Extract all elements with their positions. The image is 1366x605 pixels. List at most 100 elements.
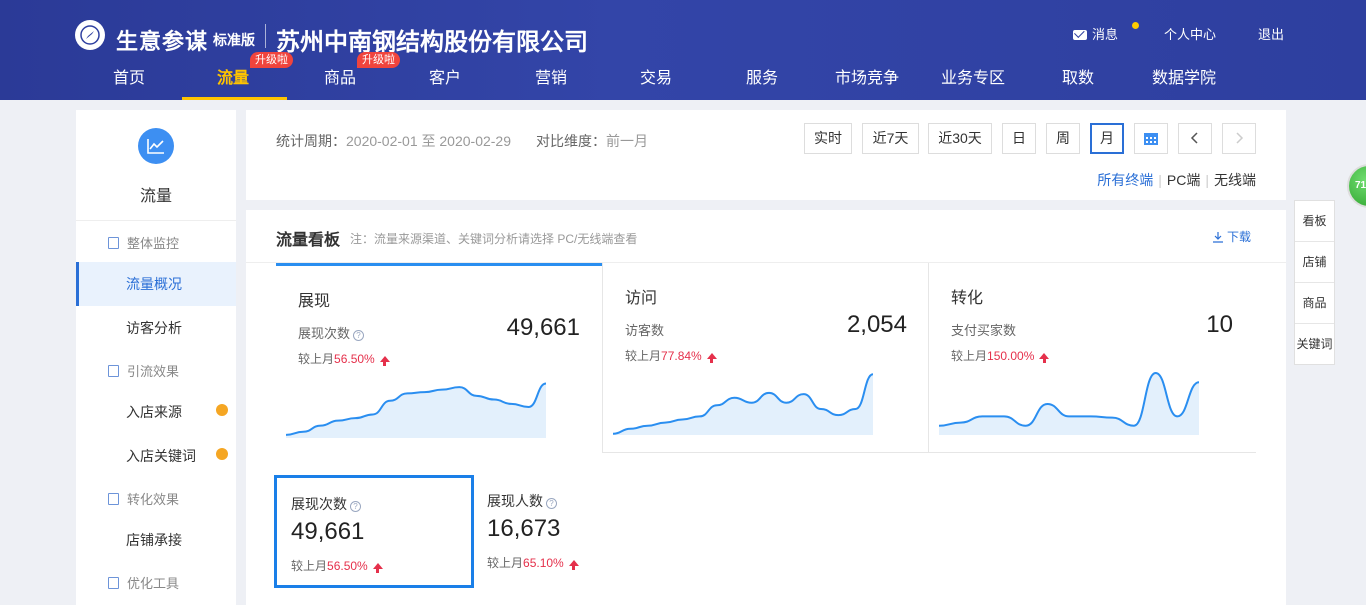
arrow-up-icon [379, 356, 390, 366]
prev-period-button[interactable] [1178, 123, 1212, 154]
nav-customer[interactable]: 客户 [429, 64, 461, 88]
terminal-wireless[interactable]: 无线端 [1214, 172, 1256, 188]
calendar-button[interactable] [1134, 123, 1168, 154]
board-note: 注：流量来源渠道、关键词分析请选择 PC/无线端查看 [350, 232, 638, 246]
line-chart-icon [138, 128, 174, 164]
sidebar-title: 流量 [139, 188, 172, 205]
document-icon [108, 365, 119, 377]
top-header: 生意参谋 标准版 苏州中南钢结构股份有限公司 消息 个人中心 退出 首页 流量 … [0, 0, 1366, 100]
help-icon[interactable]: ? [350, 501, 361, 512]
nav-fetch[interactable]: 取数 [1062, 64, 1094, 88]
compass-logo-icon[interactable] [75, 20, 105, 50]
metric-card-conversion[interactable]: 转化 支付买家数 10 较上月150.00% [929, 263, 1255, 453]
metric-title: 访问 [625, 290, 658, 307]
sidebar-item-store-keywords[interactable]: 入店关键词 [76, 434, 236, 478]
trend-area [286, 383, 546, 438]
next-period-button[interactable] [1222, 123, 1256, 154]
sidebar-item-store-source[interactable]: 入店来源 [76, 390, 236, 434]
metric-title: 转化 [951, 290, 984, 307]
document-icon [108, 237, 119, 249]
nav-academy[interactable]: 数据学院 [1152, 64, 1216, 88]
traffic-board: 流量看板 注：流量来源渠道、关键词分析请选择 PC/无线端查看 下载 展现 展现… [246, 210, 1286, 605]
document-icon [108, 577, 119, 589]
period-realtime-button[interactable]: 实时 [804, 123, 852, 154]
metric-subtitle: 支付买家数 [951, 323, 1017, 338]
metric-change: 较上月150.00% [951, 347, 1050, 364]
metric-card-visit[interactable]: 访问 访客数 2,054 较上月77.84% [603, 263, 929, 453]
period-7d-button[interactable]: 近7天 [862, 123, 919, 154]
new-dot [216, 404, 228, 416]
messages-link[interactable]: 消息 [1073, 24, 1118, 43]
sidebar-item-store-landing[interactable]: 店铺承接 [76, 518, 236, 562]
sidebar-item-overview[interactable]: 流量概况 [76, 262, 236, 306]
nav-trade[interactable]: 交易 [640, 64, 672, 88]
sidebar-group-conversion-effect: 转化效果 [108, 489, 179, 508]
metric-subtitle: 展现次数? [298, 323, 365, 342]
terminal-switch: 所有终端 | PC端 | 无线端 [1097, 172, 1256, 188]
sub-metric-change: 较上月65.10% [487, 554, 579, 571]
download-icon [1212, 232, 1223, 243]
tab-product[interactable]: 商品 [1295, 283, 1334, 324]
trend-area [939, 373, 1199, 435]
period-week-button[interactable]: 周 [1046, 123, 1080, 154]
tab-board[interactable]: 看板 [1295, 201, 1334, 242]
metric-value: 2,054 [846, 311, 907, 338]
sub-metric-impression-count[interactable]: 展现次数? 49,661 较上月56.50% [274, 475, 474, 588]
metric-value: 10 [1206, 311, 1233, 338]
period-panel: 统计周期：2020-02-01 至 2020-02-29 对比维度：前一月 实时… [246, 110, 1286, 200]
arrow-up-icon [1039, 353, 1050, 363]
period-month-button[interactable]: 月 [1090, 123, 1124, 154]
sub-metric-impression-users[interactable]: 展现人数? 16,673 较上月65.10% [473, 475, 673, 588]
nav-marketing[interactable]: 营销 [535, 64, 567, 88]
chevron-right-icon [1236, 132, 1244, 144]
metric-change: 较上月77.84% [625, 347, 717, 364]
sidebar-group-traffic-effect: 引流效果 [108, 361, 179, 380]
help-icon[interactable]: ? [546, 498, 557, 509]
metric-change: 较上月56.50% [298, 350, 390, 367]
sub-metric-value: 16,673 [487, 515, 561, 542]
nav-market[interactable]: 市场竞争 [835, 64, 899, 88]
brand-divider [265, 24, 266, 48]
help-icon[interactable]: ? [353, 330, 365, 341]
metric-card-impression[interactable]: 展现 展现次数? 49,661 较上月56.50% [276, 263, 602, 453]
chevron-left-icon [1190, 132, 1198, 144]
sub-metric-title: 展现次数? [291, 494, 361, 514]
sub-metric-value: 49,661 [291, 518, 365, 545]
sidebar: 流量 整体监控 流量概况 访客分析 引流效果 入店来源 入店关键词 转化效果 店… [76, 110, 236, 605]
envelope-icon [1073, 30, 1087, 40]
sidebar-item-visitor-analysis[interactable]: 访客分析 [76, 306, 236, 350]
calendar-icon [1144, 133, 1158, 145]
divider [76, 220, 236, 221]
nav-active-indicator [182, 97, 287, 100]
period-30d-button[interactable]: 近30天 [928, 123, 992, 154]
terminal-pc[interactable]: PC端 [1167, 172, 1200, 188]
board-title: 流量看板 [276, 232, 341, 249]
nav-business[interactable]: 业务专区 [941, 64, 1005, 88]
company-name: 苏州中南钢结构股份有限公司 [276, 29, 588, 56]
upgrade-badge: 升级啦 [250, 52, 293, 68]
terminal-all[interactable]: 所有终端 [1097, 172, 1153, 188]
nav-traffic[interactable]: 流量 [217, 64, 249, 88]
logout-link[interactable]: 退出 [1258, 24, 1284, 43]
download-link[interactable]: 下载 [1212, 228, 1251, 245]
nav-home[interactable]: 首页 [113, 64, 145, 88]
stat-period: 统计周期：2020-02-01 至 2020-02-29 [276, 133, 512, 149]
personal-center-link[interactable]: 个人中心 [1164, 24, 1216, 43]
tab-store[interactable]: 店铺 [1295, 242, 1334, 283]
tab-keywords[interactable]: 关键词 [1295, 324, 1334, 365]
nav-product[interactable]: 商品 [324, 64, 356, 88]
arrow-up-icon [568, 560, 579, 570]
sidebar-group-overall: 整体监控 [108, 233, 179, 252]
brand-name[interactable]: 生意参谋 [116, 24, 208, 56]
arrow-up-icon [706, 353, 717, 363]
compare-dimension[interactable]: 对比维度：前一月 [536, 131, 648, 151]
document-icon [108, 493, 119, 505]
nav-service[interactable]: 服务 [746, 64, 778, 88]
main-nav: 首页 流量 商品 客户 营销 交易 服务 市场竞争 业务专区 取数 数据学院 [0, 60, 1366, 100]
divider [602, 452, 1256, 453]
period-day-button[interactable]: 日 [1002, 123, 1036, 154]
new-dot [216, 448, 228, 460]
sub-metric-change: 较上月56.50% [291, 557, 383, 574]
floating-assistant-button[interactable]: 71 [1347, 164, 1366, 208]
unread-dot [1132, 22, 1139, 29]
